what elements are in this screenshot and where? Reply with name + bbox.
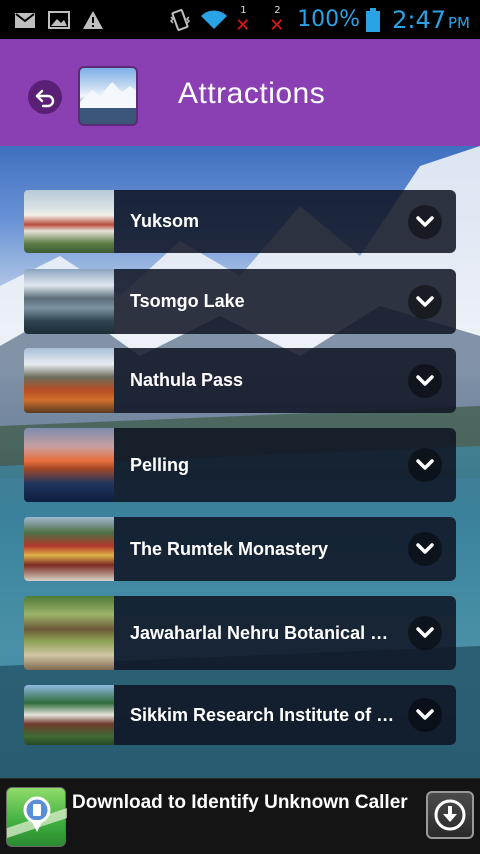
list-item-label: The Rumtek Monastery <box>130 538 329 559</box>
list-item-label: Yuksom <box>130 211 200 231</box>
research-institute-thumbnail <box>24 685 114 745</box>
gmail-icon <box>15 12 35 28</box>
download-icon <box>434 799 466 831</box>
list-item[interactable]: Nathula Pass <box>24 348 456 413</box>
list-item-label: Pelling <box>130 454 190 475</box>
chevron-down-icon <box>416 459 434 470</box>
header-mountain-image <box>78 66 138 126</box>
ad-headline[interactable]: Download to Identify Unknown Caller <box>72 792 408 814</box>
expand-button[interactable] <box>408 616 442 650</box>
app-header: Attractions <box>0 39 480 146</box>
list-item-label: Nathula Pass <box>130 370 244 390</box>
wifi-icon <box>201 9 228 29</box>
battery-percent: 100% <box>297 7 361 32</box>
mountain-picture <box>80 82 136 124</box>
list-item[interactable]: Tsomgo Lake <box>24 269 456 334</box>
expand-button[interactable] <box>408 363 442 398</box>
expand-button[interactable] <box>408 532 442 566</box>
status-bar: 1 ✕ 2 ✕ 100% 2:47 PM <box>0 0 480 39</box>
sim2-indicator: 2 ✕ <box>269 4 285 36</box>
notification-icons <box>0 9 104 31</box>
expand-button[interactable] <box>408 448 442 482</box>
clock: 2:47 PM <box>392 5 470 34</box>
caller-id-app-icon[interactable] <box>6 787 67 847</box>
yuksom-thumbnail <box>24 190 114 253</box>
sim1-indicator: 1 ✕ <box>235 4 251 36</box>
ad-download-button[interactable] <box>426 791 474 839</box>
pelling-thumbnail <box>24 428 114 502</box>
botanical-garden-thumbnail <box>24 596 114 670</box>
chevron-down-icon <box>416 709 434 720</box>
tsomgo-lake-thumbnail <box>24 269 114 334</box>
page-title: Attractions <box>178 77 326 110</box>
warning-icon <box>83 10 103 29</box>
back-button[interactable] <box>28 80 62 114</box>
list-item[interactable]: Jawaharlal Nehru Botanical Garden <box>24 596 456 670</box>
list-item[interactable]: The Rumtek Monastery <box>24 517 456 581</box>
back-arrow-icon <box>35 89 55 108</box>
rumtek-monastery-thumbnail <box>24 517 114 581</box>
system-icons: 1 ✕ 2 ✕ 100% 2:47 PM <box>169 4 480 36</box>
expand-button[interactable] <box>408 698 442 732</box>
vibrate-icon <box>170 8 191 31</box>
chevron-down-icon <box>416 215 434 227</box>
chevron-down-icon <box>416 543 434 554</box>
list-item-label: Tsomgo Lake <box>130 291 245 311</box>
map-pin-icon <box>7 796 67 838</box>
list-item[interactable]: Sikkim Research Institute of Tibetology <box>24 685 456 745</box>
image-icon <box>48 10 70 29</box>
chevron-down-icon <box>416 374 434 386</box>
battery-icon <box>366 7 381 32</box>
list-item[interactable]: Yuksom <box>24 190 456 253</box>
list-item-label: Jawaharlal Nehru Botanical Garden <box>130 622 408 643</box>
expand-button[interactable] <box>408 204 442 239</box>
expand-button[interactable] <box>408 284 442 319</box>
chevron-down-icon <box>416 295 434 307</box>
chevron-down-icon <box>416 627 434 638</box>
list-item-label: Sikkim Research Institute of Tibetology <box>130 704 408 725</box>
nathula-pass-thumbnail <box>24 348 114 413</box>
ad-banner[interactable]: Download to Identify Unknown Caller <box>0 778 480 854</box>
list-item[interactable]: Pelling <box>24 428 456 502</box>
